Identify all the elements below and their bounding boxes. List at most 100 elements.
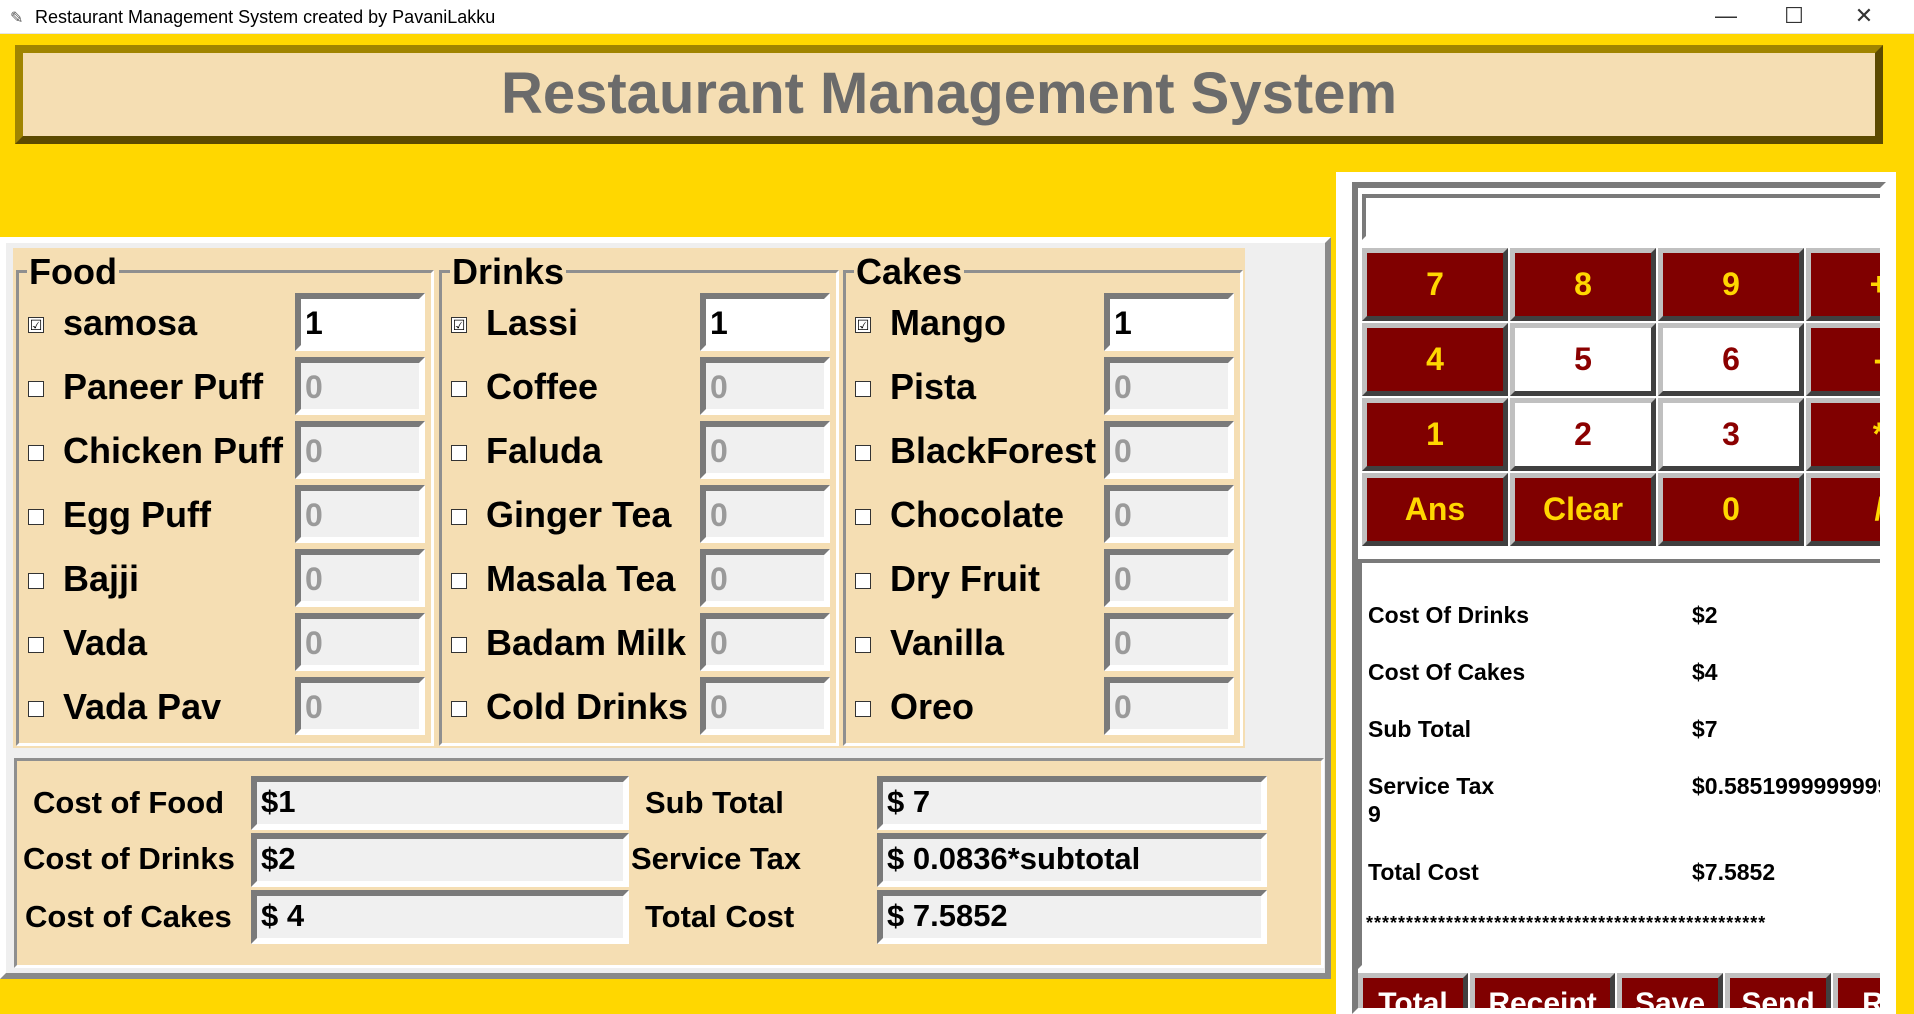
faluda-qty-input[interactable]: 0 xyxy=(700,421,830,479)
food-item-samosa[interactable]: ☑ samosa 1 xyxy=(19,293,431,353)
ginger-tea-qty-input[interactable]: 0 xyxy=(700,485,830,543)
paneer-puff-checkbox[interactable] xyxy=(28,381,44,397)
food-item-vada[interactable]: Vada 0 xyxy=(19,613,431,673)
dry-fruit-qty-input[interactable]: 0 xyxy=(1104,549,1234,607)
total-cost-field[interactable]: $ 7.5852 xyxy=(877,890,1267,944)
calc-key-0[interactable]: 0 xyxy=(1658,473,1804,546)
egg-puff-checkbox[interactable] xyxy=(28,509,44,525)
receipt-tax-label: Service Tax xyxy=(1368,773,1495,799)
cakes-item-vanilla[interactable]: Vanilla 0 xyxy=(846,613,1240,673)
calc-key-minus[interactable]: - xyxy=(1806,323,1880,396)
calc-key-2[interactable]: 2 xyxy=(1510,398,1656,471)
dry-fruit-checkbox[interactable] xyxy=(855,573,871,589)
ginger-tea-checkbox[interactable] xyxy=(451,509,467,525)
calc-key-multiply[interactable]: * xyxy=(1806,398,1880,471)
food-item-vada-pav[interactable]: Vada Pav 0 xyxy=(19,677,431,737)
chocolate-qty-input[interactable]: 0 xyxy=(1104,485,1234,543)
lassi-qty-input[interactable]: 1 xyxy=(700,293,830,351)
badam-milk-qty-input[interactable]: 0 xyxy=(700,613,830,671)
sub-total-field[interactable]: $ 7 xyxy=(877,776,1267,830)
receipt-cakes-label: Cost Of Cakes xyxy=(1368,659,1526,685)
bajji-checkbox[interactable] xyxy=(28,573,44,589)
drinks-item-cold-drinks[interactable]: Cold Drinks 0 xyxy=(442,677,836,737)
cakes-item-mango[interactable]: ☑ Mango 1 xyxy=(846,293,1240,353)
chicken-puff-checkbox[interactable] xyxy=(28,445,44,461)
cold-drinks-checkbox[interactable] xyxy=(451,701,467,717)
calc-key-plus[interactable]: + xyxy=(1806,248,1880,321)
paneer-puff-qty-input[interactable]: 0 xyxy=(295,357,425,415)
chicken-puff-qty-input[interactable]: 0 xyxy=(295,421,425,479)
cakes-item-chocolate[interactable]: Chocolate 0 xyxy=(846,485,1240,545)
cost-of-food-field[interactable]: $1 xyxy=(251,776,629,830)
mango-checkbox[interactable]: ☑ xyxy=(855,317,871,333)
drinks-item-badam-milk[interactable]: Badam Milk 0 xyxy=(442,613,836,673)
mango-qty-input[interactable]: 1 xyxy=(1104,293,1234,351)
drinks-item-masala-tea[interactable]: Masala Tea 0 xyxy=(442,549,836,609)
send-button[interactable]: Send xyxy=(1725,973,1831,1008)
cakes-item-dry-fruit[interactable]: Dry Fruit 0 xyxy=(846,549,1240,609)
blackforest-checkbox[interactable] xyxy=(855,445,871,461)
vanilla-qty-input[interactable]: 0 xyxy=(1104,613,1234,671)
cakes-item-pista[interactable]: Pista 0 xyxy=(846,357,1240,417)
chocolate-checkbox[interactable] xyxy=(855,509,871,525)
food-item-egg-puff[interactable]: Egg Puff 0 xyxy=(19,485,431,545)
pista-qty-input[interactable]: 0 xyxy=(1104,357,1234,415)
receipt-textbox[interactable]: Cost Of Drinks $2 Cost Of Cakes $4 Sub T… xyxy=(1358,559,1880,969)
food-item-chicken-puff[interactable]: Chicken Puff 0 xyxy=(19,421,431,481)
cost-of-cakes-field[interactable]: $ 4 xyxy=(251,890,629,944)
bajji-qty-input[interactable]: 0 xyxy=(295,549,425,607)
oreo-qty-input[interactable]: 0 xyxy=(1104,677,1234,735)
maximize-button[interactable]: ☐ xyxy=(1760,0,1828,34)
food-item-paneer-puff[interactable]: Paneer Puff 0 xyxy=(19,357,431,417)
masala-tea-checkbox[interactable] xyxy=(451,573,467,589)
calc-key-ans[interactable]: Ans xyxy=(1362,473,1508,546)
drinks-item-faluda[interactable]: Faluda 0 xyxy=(442,421,836,481)
vada-pav-checkbox[interactable] xyxy=(28,701,44,717)
calc-key-4[interactable]: 4 xyxy=(1362,323,1508,396)
food-item-bajji[interactable]: Bajji 0 xyxy=(19,549,431,609)
drinks-item-lassi[interactable]: ☑ Lassi 1 xyxy=(442,293,836,353)
coffee-checkbox[interactable] xyxy=(451,381,467,397)
drinks-item-ginger-tea[interactable]: Ginger Tea 0 xyxy=(442,485,836,545)
bajji-label: Bajji xyxy=(63,558,140,599)
receipt-button[interactable]: Receipt xyxy=(1470,973,1615,1008)
lassi-checkbox[interactable]: ☑ xyxy=(451,317,467,333)
calc-key-5[interactable]: 5 xyxy=(1510,323,1656,396)
blackforest-qty-input[interactable]: 0 xyxy=(1104,421,1234,479)
calc-key-9[interactable]: 9 xyxy=(1658,248,1804,321)
minimize-button[interactable]: — xyxy=(1692,0,1760,34)
calc-key-6[interactable]: 6 xyxy=(1658,323,1804,396)
masala-tea-qty-input[interactable]: 0 xyxy=(700,549,830,607)
drinks-item-coffee[interactable]: Coffee 0 xyxy=(442,357,836,417)
vada-qty-input[interactable]: 0 xyxy=(295,613,425,671)
calc-key-7[interactable]: 7 xyxy=(1362,248,1508,321)
calc-key-1[interactable]: 1 xyxy=(1362,398,1508,471)
vada-checkbox[interactable] xyxy=(28,637,44,653)
samosa-checkbox[interactable]: ☑ xyxy=(28,317,44,333)
coffee-qty-input[interactable]: 0 xyxy=(700,357,830,415)
calculator-display[interactable] xyxy=(1362,194,1880,240)
calc-key-8[interactable]: 8 xyxy=(1510,248,1656,321)
egg-puff-qty-input[interactable]: 0 xyxy=(295,485,425,543)
vada-pav-qty-input[interactable]: 0 xyxy=(295,677,425,735)
close-button[interactable]: ✕ xyxy=(1830,0,1898,34)
cakes-item-blackforest[interactable]: BlackForest 0 xyxy=(846,421,1240,481)
cakes-item-oreo[interactable]: Oreo 0 xyxy=(846,677,1240,737)
calculator-receipt-panel: 7 8 9 + 4 5 6 - 1 2 3 * Ans Clear 0 / Co… xyxy=(1336,172,1896,1014)
reset-button[interactable]: R xyxy=(1833,973,1880,1008)
calc-key-3[interactable]: 3 xyxy=(1658,398,1804,471)
total-button[interactable]: Total xyxy=(1358,973,1468,1008)
badam-milk-checkbox[interactable] xyxy=(451,637,467,653)
service-tax-field[interactable]: $ 0.0836*subtotal xyxy=(877,833,1267,887)
faluda-checkbox[interactable] xyxy=(451,445,467,461)
calc-key-divide[interactable]: / xyxy=(1806,473,1880,546)
cost-of-drinks-field[interactable]: $2 xyxy=(251,833,629,887)
save-button[interactable]: Save xyxy=(1617,973,1723,1008)
calc-key-clear[interactable]: Clear xyxy=(1510,473,1656,546)
oreo-checkbox[interactable] xyxy=(855,701,871,717)
coffee-label: Coffee xyxy=(486,366,599,407)
samosa-qty-input[interactable]: 1 xyxy=(295,293,425,351)
vanilla-checkbox[interactable] xyxy=(855,637,871,653)
pista-checkbox[interactable] xyxy=(855,381,871,397)
cold-drinks-qty-input[interactable]: 0 xyxy=(700,677,830,735)
